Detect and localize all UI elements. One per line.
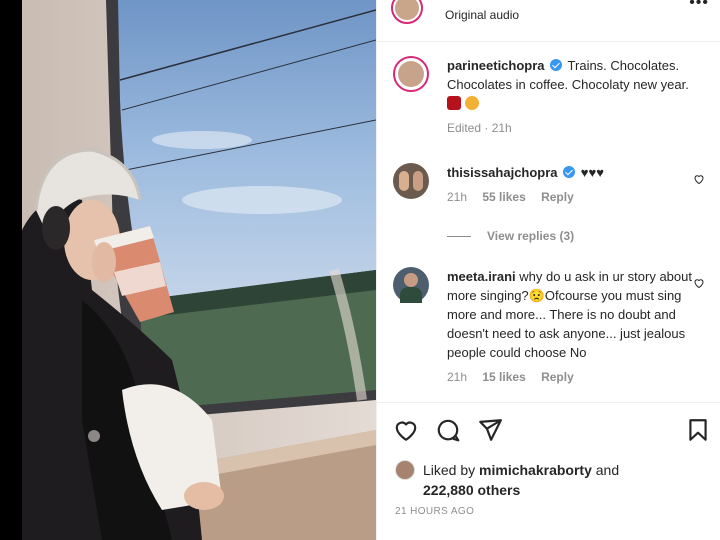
comment-username[interactable]: meeta.irani xyxy=(447,269,516,284)
reply-button[interactable]: Reply xyxy=(541,190,574,204)
caption-time[interactable]: 21h xyxy=(492,121,512,135)
liked-by-prefix: Liked by xyxy=(423,462,476,478)
caption-username[interactable]: parineetichopra xyxy=(447,58,545,73)
comment-username[interactable]: thisissahajchopra xyxy=(447,165,558,180)
post-details-panel: Original audio ••• parineetichopra Train… xyxy=(376,0,720,540)
chocolate-bar-emoji xyxy=(447,96,461,110)
post-timestamp[interactable]: 21 HOURS AGO xyxy=(395,506,474,517)
edited-label: Edited xyxy=(447,121,482,135)
commenter-avatar[interactable] xyxy=(393,163,429,199)
video-frame[interactable] xyxy=(22,0,376,540)
comments-scroll-area[interactable]: parineetichopra Trains. Chocolates. Choc… xyxy=(377,43,720,401)
more-horizontal-icon[interactable]: ••• xyxy=(689,0,709,12)
replies-divider-line xyxy=(447,236,471,238)
caption-meta: Edited · 21h xyxy=(447,121,512,135)
post-media[interactable] xyxy=(0,0,376,540)
post-header: Original audio ••• xyxy=(377,0,720,42)
comment-meta: 21h 55 likes Reply xyxy=(447,188,697,207)
author-avatar[interactable] xyxy=(393,56,429,92)
comment-time[interactable]: 21h xyxy=(447,370,467,384)
send-icon[interactable] xyxy=(477,417,503,443)
view-replies-button[interactable]: View replies (3) xyxy=(447,229,574,243)
liked-by-connector: and xyxy=(595,462,620,478)
bookmark-icon[interactable] xyxy=(685,417,711,443)
reply-button[interactable]: Reply xyxy=(541,370,574,384)
face-with-hearts-emoji xyxy=(464,96,479,110)
comment-icon[interactable] xyxy=(435,417,461,443)
comment-likes[interactable]: 15 likes xyxy=(482,370,525,384)
comment-like-heart-icon[interactable] xyxy=(693,173,705,185)
verified-badge-icon xyxy=(563,166,576,178)
liker-avatar[interactable] xyxy=(395,460,415,480)
post-action-bar xyxy=(377,402,720,458)
commenter-avatar[interactable] xyxy=(393,267,429,303)
liked-by-text: Liked by mimichakraborty and 222,880 oth… xyxy=(423,460,619,500)
author-avatar[interactable] xyxy=(391,0,423,24)
verified-badge-icon xyxy=(550,59,563,71)
comment-meta: 21h 15 likes Reply xyxy=(447,368,697,387)
likes-count-others[interactable]: 222,880 others xyxy=(423,482,520,498)
comment-likes[interactable]: 55 likes xyxy=(482,190,525,204)
heart-icon[interactable] xyxy=(393,417,419,443)
comment-time[interactable]: 21h xyxy=(447,190,467,204)
comment-text: ♥♥♥ xyxy=(580,165,604,180)
comment-like-heart-icon[interactable] xyxy=(693,277,705,289)
liker-username[interactable]: mimichakraborty xyxy=(479,462,592,478)
audio-label[interactable]: Original audio xyxy=(445,8,519,22)
